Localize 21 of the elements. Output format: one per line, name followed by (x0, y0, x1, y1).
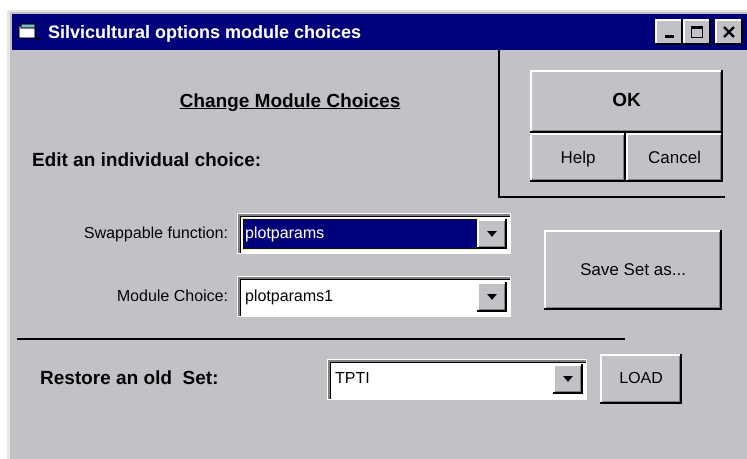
cancel-button[interactable]: Cancel (626, 133, 723, 182)
window-title: Silvicultural options module choices (48, 20, 362, 44)
dropdown-field[interactable]: plotparams1 (238, 277, 510, 316)
field-label: Swappable function: (82, 224, 229, 244)
field-label: Module Choice: (116, 286, 229, 306)
ok-button[interactable]: OK (530, 70, 723, 133)
minimize-button[interactable] (655, 19, 683, 45)
section-label: Edit an individual choice: (32, 150, 262, 170)
close-icon (722, 25, 736, 39)
dropdown-field[interactable]: TPTI (328, 360, 586, 398)
dropdown-field[interactable]: plotparams (238, 214, 510, 253)
close-button[interactable] (715, 19, 743, 45)
minimize-icon (664, 34, 674, 38)
maximize-icon (690, 25, 704, 39)
load-button[interactable]: LOAD (600, 354, 682, 404)
help-button[interactable]: Help (530, 133, 626, 182)
restore-label: Restore an old Set: (40, 366, 220, 391)
maximize-button[interactable] (683, 19, 711, 45)
section-heading: Change Module Choices (180, 91, 400, 112)
app-icon (18, 23, 40, 41)
save-set-button[interactable]: Save Set as... (544, 230, 722, 310)
